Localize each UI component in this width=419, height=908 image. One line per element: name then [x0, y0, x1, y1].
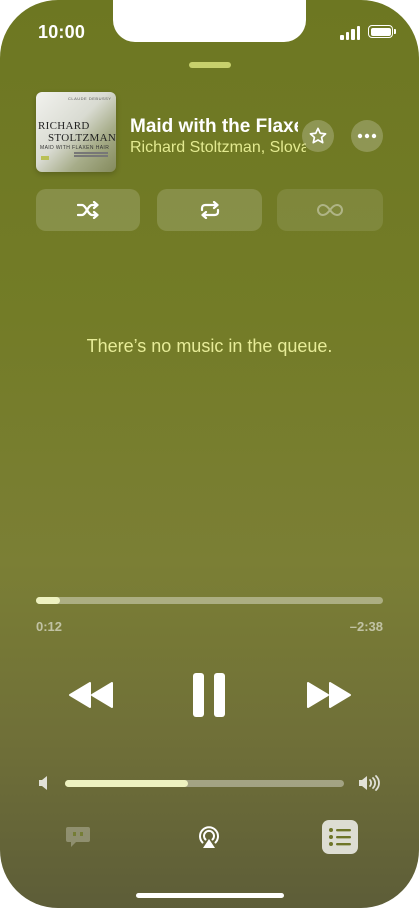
queue-empty-message: There’s no music in the queue. — [86, 336, 333, 356]
queue-button[interactable] — [322, 820, 358, 854]
lyrics-button[interactable] — [60, 820, 96, 854]
more-button[interactable] — [351, 120, 383, 152]
star-icon — [309, 127, 327, 144]
volume-level-fill — [65, 780, 188, 787]
volume-low-icon — [39, 776, 47, 790]
pause-button[interactable] — [189, 672, 229, 718]
playback-scrubber[interactable] — [36, 597, 383, 604]
fast-forward-icon — [307, 682, 351, 708]
lyrics-bubble-icon — [66, 827, 90, 847]
remaining-time: –2:38 — [349, 619, 383, 634]
track-artist[interactable]: Richard Stoltzman, Slovak Radio Symphony… — [130, 139, 306, 157]
sheet-grabber[interactable] — [189, 62, 231, 68]
airplay-button[interactable] — [191, 820, 227, 854]
airplay-icon — [199, 826, 219, 848]
artwork-top-text: CLAUDE DEBUSSY — [68, 96, 112, 101]
infinity-icon — [317, 203, 343, 217]
rewind-icon — [69, 682, 113, 708]
list-icon — [329, 828, 351, 846]
battery-icon — [368, 25, 396, 38]
ellipsis-icon — [357, 133, 377, 139]
repeat-icon — [200, 201, 219, 219]
device-notch — [113, 0, 306, 42]
artwork-name-line1: RICHARD — [38, 120, 90, 132]
volume-slider[interactable] — [65, 780, 344, 787]
next-button[interactable] — [304, 672, 354, 718]
artwork-name-line2: STOLTZMAN — [48, 132, 116, 144]
volume-high-icon — [359, 775, 380, 791]
status-time: 10:00 — [38, 22, 86, 42]
home-indicator[interactable] — [136, 893, 284, 898]
favorite-button[interactable] — [302, 120, 334, 152]
track-title[interactable]: Maid with the Flaxen Hair — [130, 116, 298, 138]
artwork-badge — [41, 156, 49, 160]
shuffle-icon — [77, 201, 99, 219]
shuffle-button[interactable] — [36, 189, 140, 231]
previous-button[interactable] — [66, 672, 116, 718]
autoplay-button[interactable] — [277, 189, 383, 231]
artwork-text-lines — [74, 152, 108, 154]
repeat-button[interactable] — [157, 189, 262, 231]
artwork-subtitle: MAID WITH FLAXEN HAIR — [40, 145, 110, 151]
playback-progress-fill — [36, 597, 61, 604]
album-artwork[interactable]: CLAUDE DEBUSSY RICHARD STOLTZMAN MAID WI… — [36, 92, 116, 172]
now-playing-screen: 10:00 CLAUDE DEBUSSY RICHARD STOLTZMAN M… — [0, 0, 419, 908]
cellular-signal-icon — [340, 26, 362, 40]
elapsed-time: 0:12 — [36, 619, 63, 634]
pause-icon — [193, 673, 225, 717]
